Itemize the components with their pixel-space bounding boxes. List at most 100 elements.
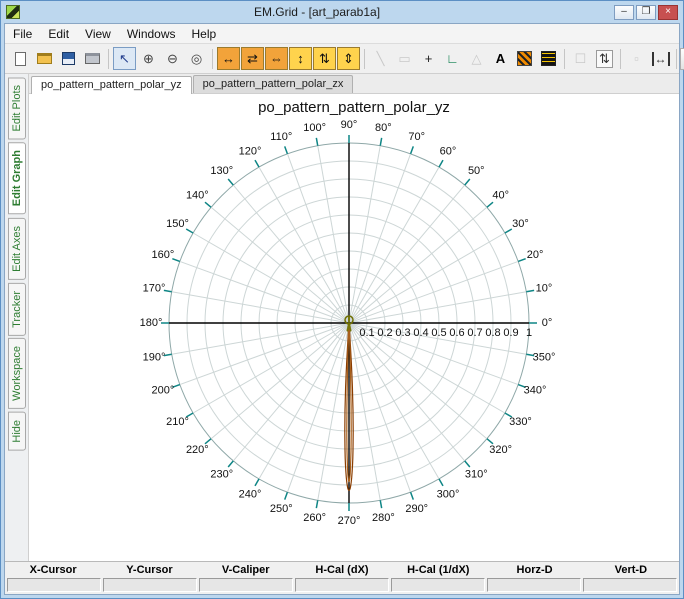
menu-edit[interactable]: Edit <box>40 25 77 43</box>
angle-label: 100° <box>303 122 326 134</box>
angle-tick <box>283 146 288 155</box>
angle-tick <box>227 178 234 186</box>
toolbar: ↖ ⊕ ⊖ ◎ ↔ ⇄ ⇔ ↕ ⇅ ⇕ ╲ ▭ + ∟ △ A ☐ ⇅ ▫ ↔ Layout ▼ <box>5 44 684 74</box>
shrink-y-button[interactable]: ⇅ <box>313 47 336 70</box>
option-a-button: ☐ <box>569 47 592 70</box>
save-file-button[interactable] <box>57 47 80 70</box>
layout-button[interactable]: Layout ▼ <box>680 47 684 70</box>
radial-label: 0.9 <box>503 327 518 339</box>
menu-help[interactable]: Help <box>184 25 225 43</box>
shrink-y-icon: ⇅ <box>319 50 330 66</box>
expand-y-button[interactable]: ↕ <box>289 47 312 70</box>
angle-tick <box>504 228 512 234</box>
menu-file[interactable]: File <box>5 25 40 43</box>
toolbar-buttons: ↖ ⊕ ⊖ ◎ ↔ ⇄ ⇔ ↕ ⇅ ⇕ ╲ ▭ + ∟ △ A ☐ ⇅ ▫ ↔ <box>9 47 680 70</box>
axes-tool-button[interactable]: ∟ <box>441 47 464 70</box>
angle-label: 90° <box>340 119 357 131</box>
radial-label: 0.4 <box>413 327 428 339</box>
shrink-x-button[interactable]: ⇄ <box>241 47 264 70</box>
toolbar-separator <box>212 48 213 69</box>
vertical-range-icon: ⇅ <box>596 49 613 68</box>
crosshair-tool-icon: + <box>424 51 433 66</box>
contour-style-button[interactable] <box>537 47 560 70</box>
sidebar-tab-workspace[interactable]: Workspace <box>7 338 26 410</box>
status-label-y-cursor: Y-Cursor <box>126 564 173 576</box>
line-tool-button: ╲ <box>369 47 392 70</box>
doc-tab-po_pattern_pattern_polar_zx[interactable]: po_pattern_pattern_polar_zx <box>192 75 354 93</box>
radial-label: 0.6 <box>449 327 464 339</box>
status-label-v-caliper: V-Caliper <box>221 564 270 576</box>
polar-plot-canvas[interactable]: 0°10°20°30°40°50°60°70°80°90°100°110°120… <box>29 118 679 555</box>
expand-x-button[interactable]: ↔ <box>217 47 240 70</box>
angle-label: 240° <box>238 488 261 500</box>
angle-label: 180° <box>139 317 162 329</box>
shrink-x-icon: ⇄ <box>247 50 258 66</box>
restore-button[interactable]: ❐ <box>636 4 656 20</box>
shape-tool-icon: ▭ <box>398 50 411 66</box>
status-label-h-cal-1-dx-: H-Cal (1/dX) <box>407 564 470 576</box>
close-button[interactable]: × <box>658 4 678 20</box>
full-scale-x-button[interactable]: ⇔ <box>265 47 288 70</box>
doc-tab-po_pattern_pattern_polar_yz[interactable]: po_pattern_pattern_polar_yz <box>31 76 192 94</box>
angle-label: 150° <box>166 218 189 230</box>
angle-tick <box>227 460 234 468</box>
zoom-out-button[interactable]: ⊖ <box>161 47 184 70</box>
menu-windows[interactable]: Windows <box>119 25 184 43</box>
vertical-range-button[interactable]: ⇅ <box>593 47 616 70</box>
zoom-in-button[interactable]: ⊕ <box>137 47 160 70</box>
angle-label: 20° <box>526 249 543 261</box>
status-value-cell <box>391 578 485 592</box>
shape-tool-button: ▭ <box>393 47 416 70</box>
angle-tick <box>485 438 493 445</box>
zoom-region-icon: ◎ <box>190 50 203 66</box>
angle-label: 10° <box>535 283 552 295</box>
angle-label: 270° <box>337 515 360 527</box>
open-file-button[interactable] <box>33 47 56 70</box>
sidebar-tab-edit-plots[interactable]: Edit Plots <box>7 77 26 140</box>
open-file-icon <box>37 53 52 64</box>
angle-tick <box>204 201 212 208</box>
full-scale-y-button[interactable]: ⇕ <box>337 47 360 70</box>
main-area: Edit Plots Edit Graph Edit Axes Tracker Work… <box>5 74 679 561</box>
angle-tick <box>463 178 470 186</box>
angle-tick <box>283 491 288 500</box>
save-file-icon <box>62 52 75 65</box>
minimize-button[interactable]: – <box>614 4 634 20</box>
h-measure-button[interactable]: ↔ <box>649 47 672 70</box>
pointer-tool-button[interactable]: ↖ <box>113 47 136 70</box>
angle-label: 340° <box>523 385 546 397</box>
menu-view[interactable]: View <box>77 25 119 43</box>
radial-label: 0.7 <box>467 327 482 339</box>
zoom-region-button[interactable]: ◎ <box>185 47 208 70</box>
expand-y-icon: ↕ <box>297 51 304 66</box>
text-tool-button[interactable]: A <box>489 47 512 70</box>
sidebar-tab-edit-axes[interactable]: Edit Axes <box>7 217 26 280</box>
sidebar-tab-tracker[interactable]: Tracker <box>7 282 26 336</box>
contour-style-icon <box>541 51 556 66</box>
angle-label: 250° <box>269 503 292 515</box>
radial-label: 1 <box>525 327 531 339</box>
heatmap-style-button[interactable] <box>513 47 536 70</box>
sidebar-tab-edit-graph[interactable]: Edit Graph <box>7 142 26 215</box>
angle-label: 210° <box>166 416 189 428</box>
pointer-tool-icon: ↖ <box>119 50 130 66</box>
text-tool-icon: A <box>495 51 506 66</box>
angle-label: 160° <box>151 249 174 261</box>
angle-label: 120° <box>238 145 261 157</box>
print-button[interactable] <box>81 47 104 70</box>
option-a-icon: ☐ <box>574 50 587 66</box>
toolbar-separator <box>108 48 109 69</box>
sidebar-tab-hide[interactable]: Hide <box>7 412 26 451</box>
status-labels: X-Cursor Y-Cursor V-Caliper H-Cal (dX) H-Cal… <box>5 562 679 577</box>
angle-label: 260° <box>303 512 326 524</box>
angle-label: 230° <box>210 469 233 481</box>
angle-label: 130° <box>210 165 233 177</box>
status-value-cell <box>199 578 293 592</box>
crosshair-tool-button[interactable]: + <box>417 47 440 70</box>
radial-label: 0.1 <box>359 327 374 339</box>
angle-label: 200° <box>151 385 174 397</box>
document-tab-bar: po_pattern_pattern_polar_yz po_pattern_pa… <box>29 74 679 94</box>
status-value-cell <box>487 578 581 592</box>
zoom-in-icon: ⊕ <box>143 50 154 66</box>
new-file-button[interactable] <box>9 47 32 70</box>
